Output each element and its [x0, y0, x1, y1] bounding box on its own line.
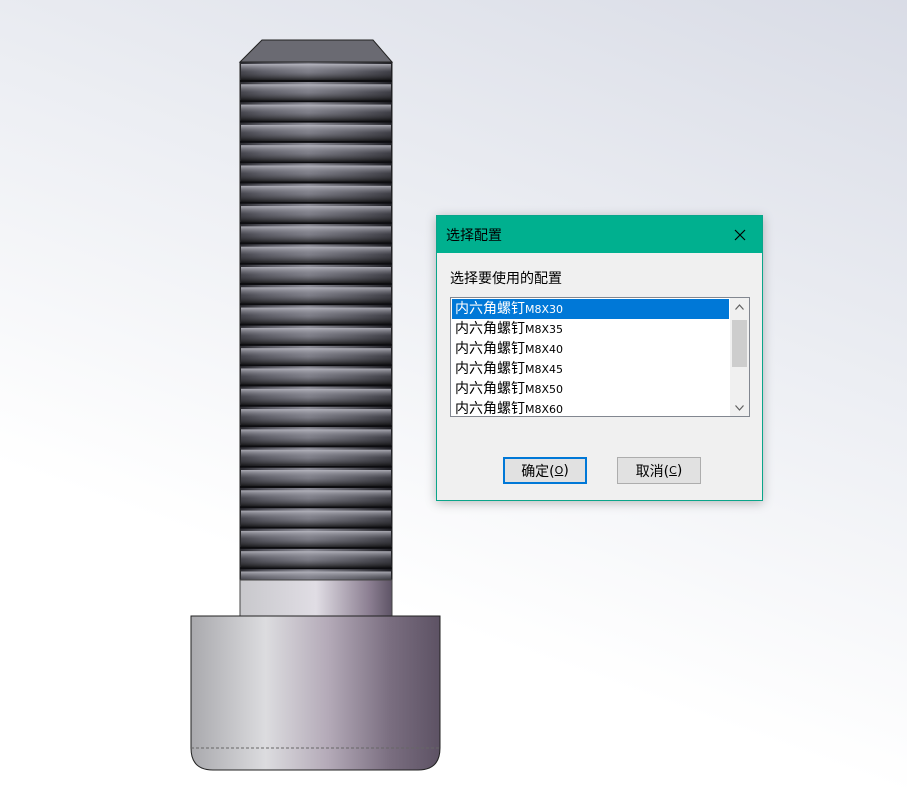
configuration-list: 内六角螺钉M8X30 内六角螺钉M8X35 内六角螺钉M8X40 内六角螺钉M8X45…	[452, 299, 729, 417]
list-item-name: 内六角螺钉	[455, 321, 525, 337]
list-item[interactable]: 内六角螺钉M8X35	[452, 319, 729, 339]
cancel-button[interactable]: 取消(C)	[617, 457, 701, 484]
list-item-name: 内六角螺钉	[455, 341, 525, 357]
list-item-name: 内六角螺钉	[455, 301, 525, 317]
list-item[interactable]: 内六角螺钉M8X60	[452, 399, 729, 417]
cancel-label: 取消(	[635, 463, 670, 480]
list-item-name: 内六角螺钉	[455, 401, 525, 417]
ok-label: 确定(	[521, 463, 555, 480]
list-item[interactable]: 内六角螺钉M8X40	[452, 339, 729, 359]
dialog-prompt: 选择要使用的配置	[450, 271, 562, 287]
dialog-title: 选择配置	[446, 227, 502, 244]
configuration-listbox[interactable]: 内六角螺钉M8X30 内六角螺钉M8X35 内六角螺钉M8X40 内六角螺钉M8X45…	[450, 297, 750, 417]
chevron-up-icon	[735, 303, 744, 310]
list-item-code: M8X30	[525, 303, 564, 316]
list-item-name: 内六角螺钉	[455, 381, 525, 397]
scroll-up-button[interactable]	[730, 298, 749, 315]
chevron-down-icon	[735, 404, 744, 411]
ok-accelerator: O	[554, 464, 564, 477]
list-item-code: M8X45	[525, 363, 564, 376]
list-item[interactable]: 内六角螺钉M8X30	[452, 299, 729, 319]
list-item-code: M8X60	[525, 403, 564, 416]
cancel-accelerator: C	[669, 464, 677, 477]
listbox-scrollbar[interactable]	[730, 298, 749, 416]
cancel-label-tail: )	[676, 462, 683, 479]
list-item-name: 内六角螺钉	[455, 361, 525, 377]
dialog-titlebar[interactable]: 选择配置	[437, 216, 762, 253]
list-item-code: M8X50	[525, 383, 564, 396]
scrollbar-thumb[interactable]	[732, 320, 747, 367]
close-icon	[734, 229, 746, 240]
list-item-code: M8X35	[525, 323, 564, 336]
ok-button[interactable]: 确定(O)	[503, 457, 587, 484]
select-configuration-dialog: 选择配置 选择要使用的配置 内六角螺钉M8X30 内六角螺钉M8X35 内六角螺钉M…	[436, 215, 763, 501]
list-item-code: M8X40	[525, 343, 564, 356]
ok-label-tail: )	[563, 462, 569, 479]
list-item[interactable]: 内六角螺钉M8X50	[452, 379, 729, 399]
scroll-down-button[interactable]	[730, 399, 749, 416]
close-button[interactable]	[718, 216, 762, 253]
list-item[interactable]: 内六角螺钉M8X45	[452, 359, 729, 379]
